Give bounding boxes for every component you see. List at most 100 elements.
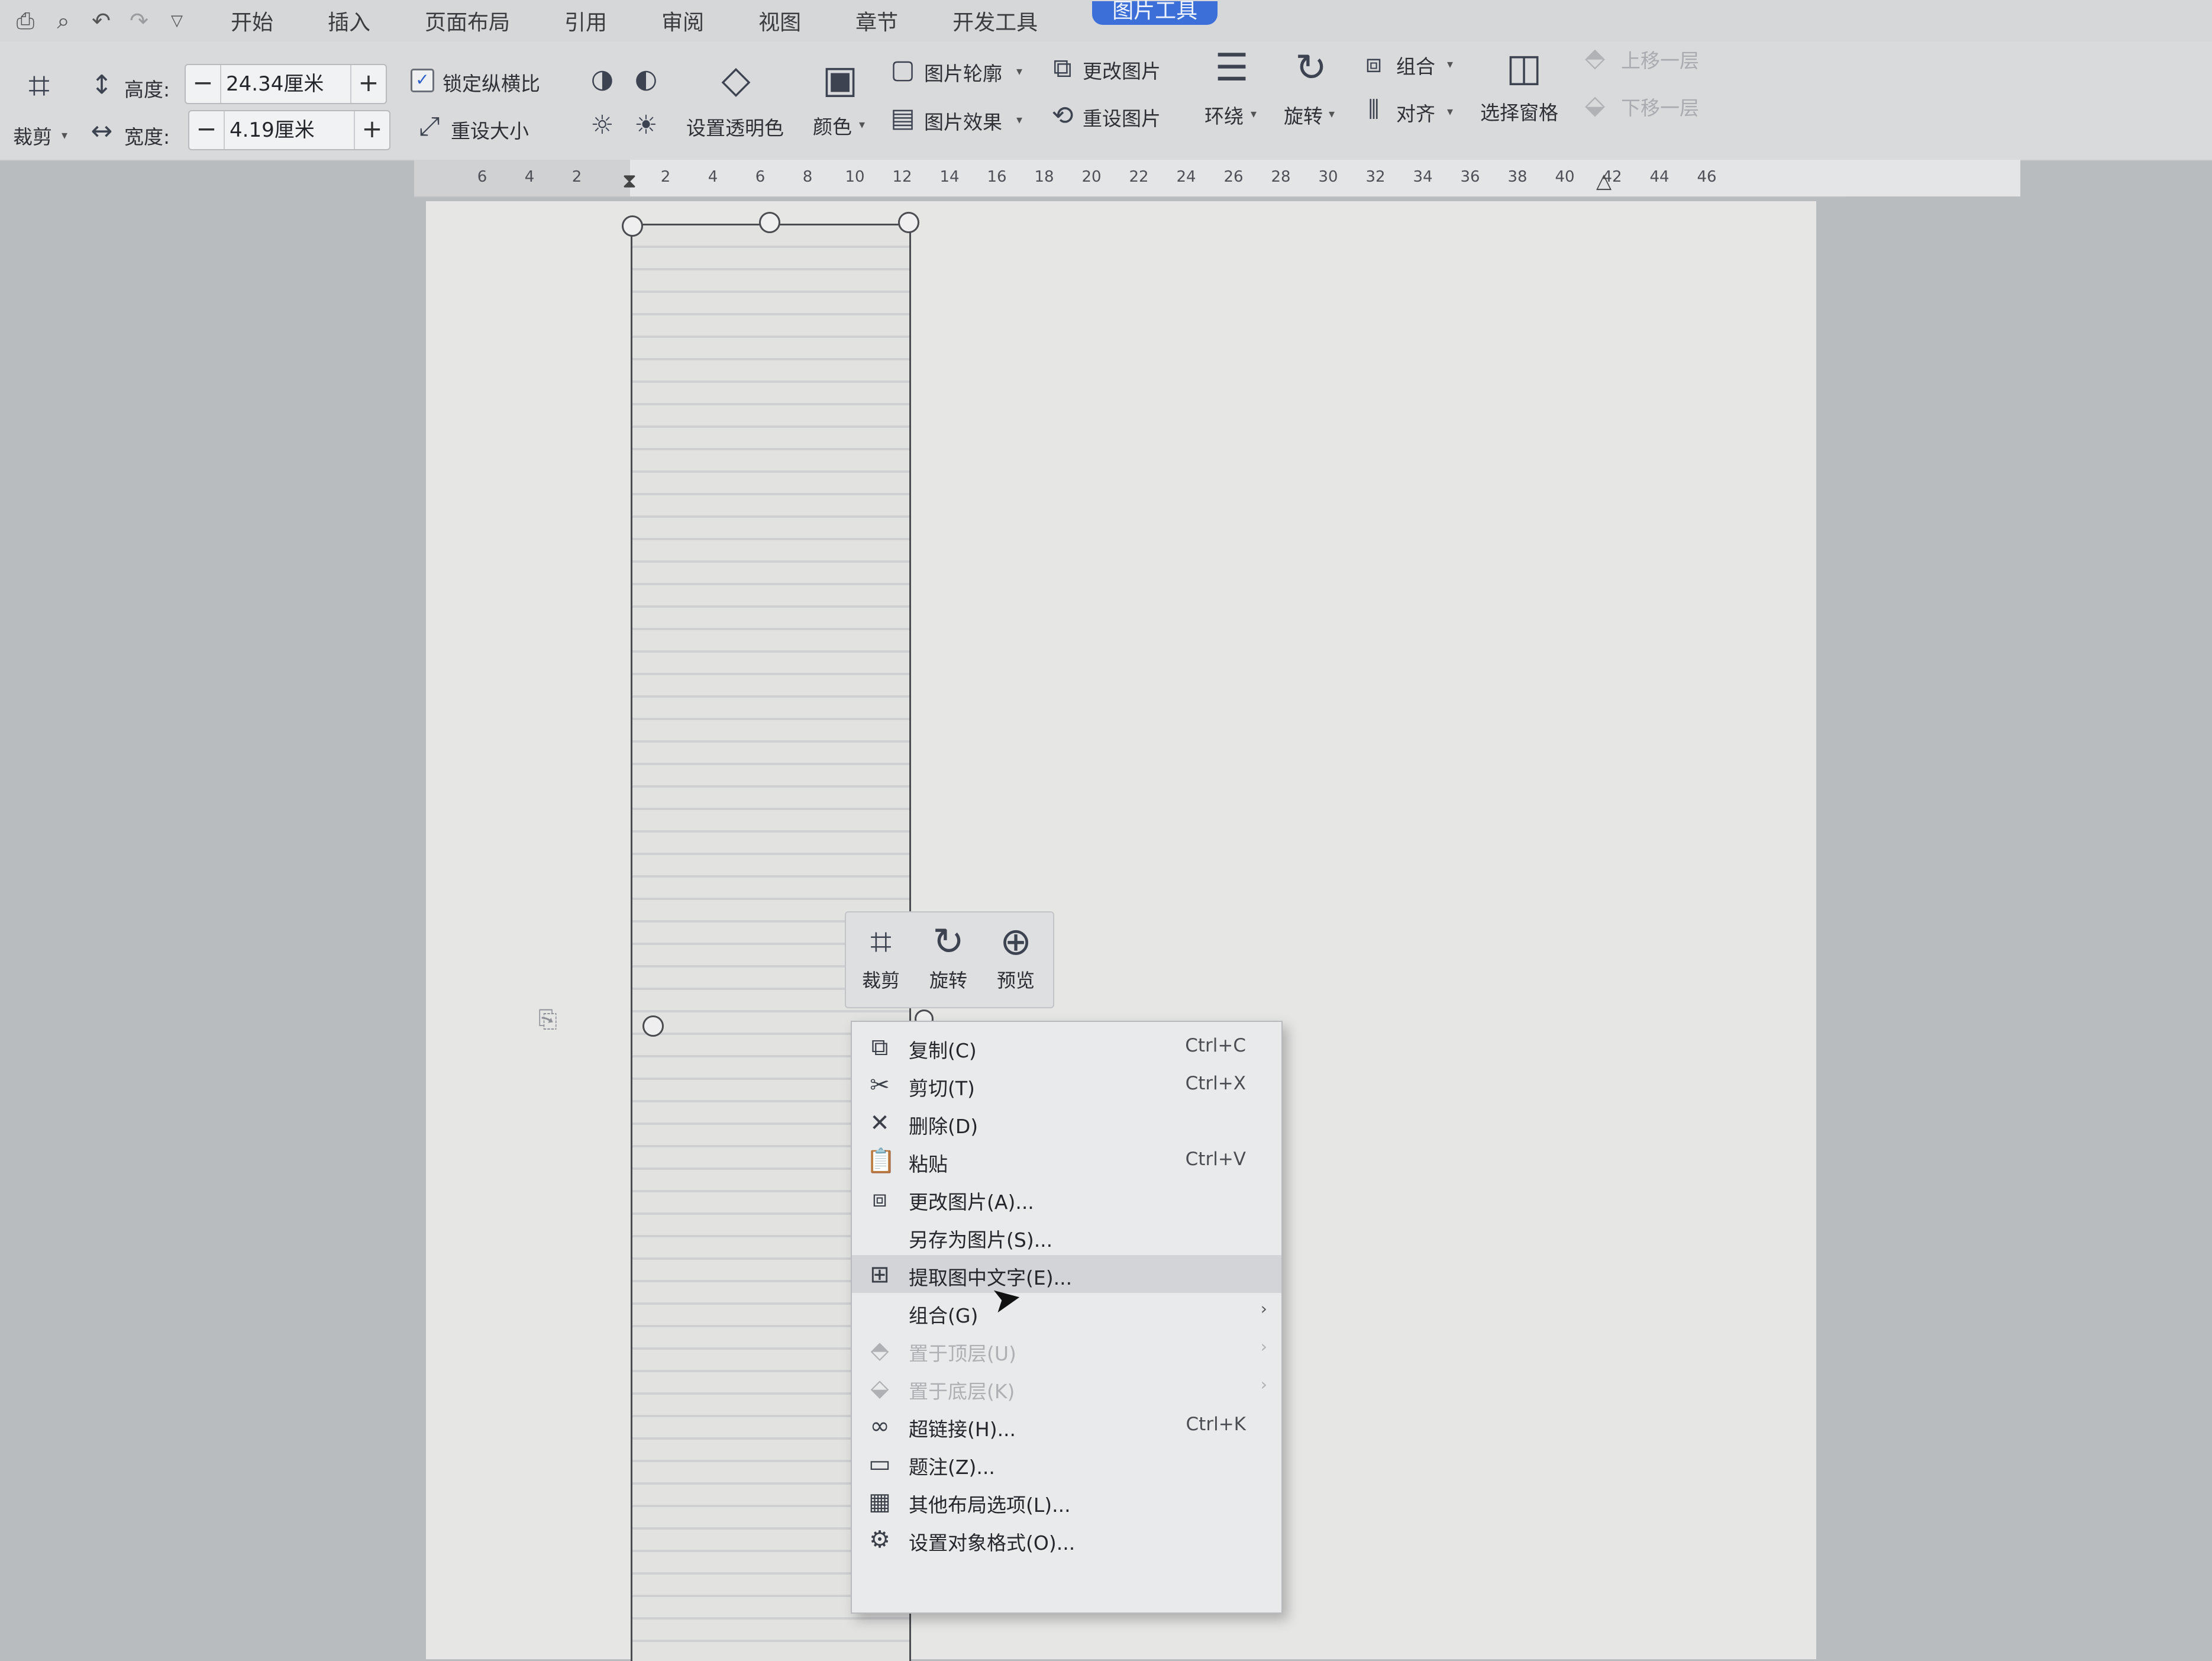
horizontal-ruler[interactable]: 6 4 2 2 4 6 8 10 12 14 16 18 20 22 24 26 28 30 32 34 36 38 40 4…: [414, 160, 2020, 198]
resize-handle-middle-left[interactable]: [642, 1015, 664, 1037]
picture-outline-icon[interactable]: ▢: [887, 56, 918, 84]
menu-item-extract-text[interactable]: ⊞ 提取图中文字(E)...: [852, 1255, 1281, 1293]
picture-effect-icon[interactable]: ▤: [887, 104, 918, 133]
paste-icon: 📋: [866, 1147, 896, 1175]
picture-effect-label[interactable]: 图片效果: [924, 107, 1002, 135]
tab-developer[interactable]: 开发工具: [952, 5, 1038, 36]
tab-picture-tools[interactable]: 图片工具: [1092, 1, 1218, 25]
height-input[interactable]: 24.34厘米: [220, 65, 351, 103]
ruler-tick-label: 8: [802, 168, 813, 186]
tab-home[interactable]: 开始: [231, 5, 273, 36]
menu-item-save-as-picture[interactable]: 另存为图片(S)...: [852, 1217, 1281, 1255]
print-icon[interactable]: ⎙: [13, 8, 38, 33]
reset-picture-icon[interactable]: ⟲: [1047, 102, 1078, 130]
height-increase-button[interactable]: +: [351, 65, 386, 103]
group-label[interactable]: 组合: [1396, 51, 1435, 79]
effect-chevron-icon[interactable]: ▾: [1016, 112, 1022, 127]
selection-pane-label[interactable]: 选择窗格: [1480, 97, 1558, 125]
increase-brightness-icon[interactable]: ☼: [587, 111, 618, 140]
reset-picture-label[interactable]: 重设图片: [1083, 103, 1161, 131]
resize-handle-top-right[interactable]: [898, 212, 919, 233]
undo-icon[interactable]: ↶: [89, 8, 114, 33]
mini-rotate-button[interactable]: ↻ 旋转: [916, 918, 981, 1001]
tab-section[interactable]: 章节: [855, 5, 898, 36]
customize-quick-access-icon[interactable]: ▽: [164, 8, 189, 33]
tab-references[interactable]: 引用: [564, 5, 607, 36]
width-increase-button[interactable]: +: [355, 111, 389, 149]
align-label[interactable]: 对齐: [1396, 98, 1435, 127]
change-picture-label[interactable]: 更改图片: [1083, 56, 1161, 84]
ruler-tick-label: 44: [1649, 168, 1670, 186]
left-indent-marker-icon[interactable]: ⧗: [622, 169, 637, 193]
layout-anchor-icon[interactable]: ⎘: [538, 1006, 557, 1033]
increase-contrast-icon[interactable]: ◑: [587, 65, 618, 93]
menu-item-delete[interactable]: ✕ 删除(D): [852, 1104, 1281, 1141]
change-picture-icon[interactable]: ⧉: [1047, 54, 1078, 83]
menu-item-caption[interactable]: ▭ 题注(Z)...: [852, 1444, 1281, 1482]
chevron-down-icon[interactable]: ▾: [62, 128, 67, 142]
menu-item-label: 复制(C): [909, 1039, 977, 1062]
color-icon[interactable]: ▣: [816, 59, 864, 101]
width-input[interactable]: 4.19厘米: [224, 111, 355, 149]
ruler-tick-label: 6: [755, 168, 766, 186]
menu-item-bring-to-front: ⬘ 置于顶层(U) ›: [852, 1331, 1281, 1369]
decrease-brightness-icon[interactable]: ☀: [631, 111, 661, 140]
wrap-chevron-icon[interactable]: ▾: [1251, 107, 1257, 121]
color-chevron-icon[interactable]: ▾: [859, 117, 865, 131]
menu-item-shortcut: Ctrl+V: [1185, 1149, 1246, 1170]
resize-handle-top-left[interactable]: [622, 215, 643, 237]
decrease-contrast-icon[interactable]: ◐: [631, 65, 661, 93]
ruler-tick-label: 10: [845, 168, 865, 186]
align-chevron-icon[interactable]: ▾: [1447, 104, 1453, 118]
tab-view[interactable]: 视图: [758, 5, 801, 36]
transparent-color-label[interactable]: 设置透明色: [686, 112, 784, 141]
height-spinner[interactable]: − 24.34厘米 +: [185, 64, 387, 104]
menu-item-cut[interactable]: ✂ 剪切(T) Ctrl+X: [852, 1066, 1281, 1104]
width-decrease-button[interactable]: −: [189, 111, 224, 149]
rotate-icon: ↻: [932, 920, 964, 964]
menu-item-format-object[interactable]: ⚙ 设置对象格式(O)...: [852, 1520, 1281, 1558]
menu-item-copy[interactable]: ⧉ 复制(C) Ctrl+C: [852, 1028, 1281, 1066]
crop-icon[interactable]: ⌗: [15, 65, 63, 107]
mini-crop-button[interactable]: ⌗ 裁剪: [848, 918, 913, 1001]
menu-item-hyperlink[interactable]: ∞ 超链接(H)... Ctrl+K: [852, 1407, 1281, 1444]
resize-handle-top-center[interactable]: [759, 212, 780, 233]
align-icon[interactable]: ⫴: [1358, 96, 1389, 124]
picture-outline-label[interactable]: 图片轮廓: [924, 58, 1002, 86]
group-icon[interactable]: ⧈: [1358, 50, 1389, 78]
tab-insert[interactable]: 插入: [328, 5, 370, 36]
menu-item-change-picture[interactable]: ⧈ 更改图片(A)...: [852, 1179, 1281, 1217]
rotate-icon[interactable]: ↻: [1287, 47, 1335, 89]
menu-item-group[interactable]: 组合(G) ›: [852, 1293, 1281, 1331]
lock-ratio-checkbox[interactable]: ✓: [411, 69, 434, 92]
menu-item-label: 题注(Z)...: [909, 1456, 995, 1479]
height-decrease-button[interactable]: −: [186, 65, 220, 103]
menu-item-label: 另存为图片(S)...: [909, 1228, 1053, 1252]
transparent-color-icon[interactable]: ◇: [712, 59, 760, 101]
reset-size-label[interactable]: 重设大小: [451, 115, 529, 144]
right-indent-marker-icon[interactable]: △: [1596, 169, 1612, 193]
reset-size-icon[interactable]: ⤢: [414, 112, 445, 141]
ruler-tick-label: 16: [987, 168, 1007, 186]
menu-item-label: 置于顶层(U): [909, 1342, 1016, 1365]
color-label[interactable]: 颜色: [813, 111, 852, 140]
wrap-text-icon[interactable]: ☰: [1208, 47, 1255, 89]
tab-review[interactable]: 审阅: [661, 5, 704, 36]
menu-item-paste[interactable]: 📋 粘贴 Ctrl+V: [852, 1141, 1281, 1179]
menu-item-label: 其他布局选项(L)...: [909, 1494, 1071, 1517]
selection-pane-icon[interactable]: ◫: [1500, 47, 1548, 89]
rotate-chevron-icon[interactable]: ▾: [1329, 107, 1335, 121]
redo-icon[interactable]: ↷: [127, 8, 151, 33]
lock-ratio-label[interactable]: 锁定纵横比: [443, 68, 540, 96]
ruler-tick-label: 4: [524, 168, 535, 186]
group-chevron-icon[interactable]: ▾: [1447, 57, 1453, 71]
outline-chevron-icon[interactable]: ▾: [1016, 64, 1022, 78]
menu-item-more-layout-options[interactable]: ▦ 其他布局选项(L)...: [852, 1482, 1281, 1520]
crop-button-label[interactable]: 裁剪: [13, 121, 52, 150]
tab-page-layout[interactable]: 页面布局: [425, 5, 510, 36]
width-spinner[interactable]: − 4.19厘米 +: [188, 110, 390, 150]
rotate-label[interactable]: 旋转: [1284, 101, 1323, 129]
print-preview-icon[interactable]: ⌕: [51, 8, 76, 33]
mini-preview-button[interactable]: ⊕ 预览: [983, 918, 1048, 1001]
wrap-text-label[interactable]: 环绕: [1205, 101, 1244, 129]
